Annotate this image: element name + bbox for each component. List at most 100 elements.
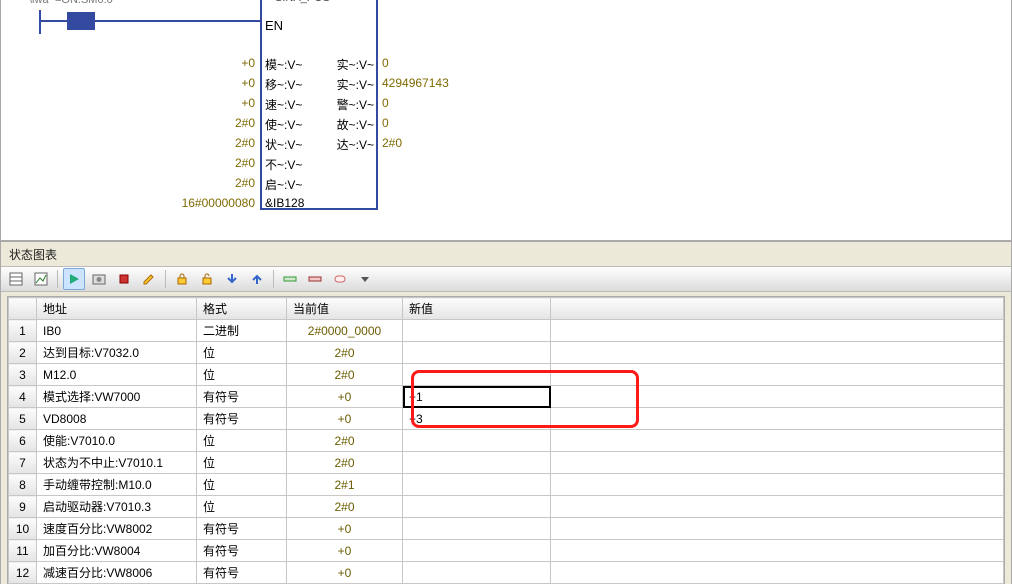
- cell-format[interactable]: 位: [197, 474, 287, 496]
- toolbar-btn-read-all[interactable]: [246, 268, 268, 290]
- fb-out-val: 0: [382, 56, 389, 70]
- contact-open[interactable]: [67, 12, 95, 30]
- cell-format[interactable]: 位: [197, 342, 287, 364]
- table-row[interactable]: 9启动驱动器:V7010.3位2#0: [9, 496, 1004, 518]
- cell-address[interactable]: 加百分比:VW8004: [37, 540, 197, 562]
- toolbar-btn-write-all[interactable]: [221, 268, 243, 290]
- table-row[interactable]: 2达到目标:V7032.0位2#0: [9, 342, 1004, 364]
- cell-format[interactable]: 位: [197, 496, 287, 518]
- cell-format[interactable]: 有符号: [197, 518, 287, 540]
- status-grid[interactable]: 地址 格式 当前值 新值 1IB0二进制2#0000_00002达到目标:V70…: [7, 296, 1005, 584]
- table-row[interactable]: 1IB0二进制2#0000_0000: [9, 320, 1004, 342]
- cell-new-value[interactable]: [403, 320, 551, 342]
- fb-in-lbl: 模~:V~: [265, 56, 302, 73]
- cell-new-value[interactable]: [403, 364, 551, 386]
- cell-new-value[interactable]: +1: [403, 386, 551, 408]
- table-row[interactable]: 5VD8008有符号+0+3: [9, 408, 1004, 430]
- toolbar-btn-force[interactable]: [113, 268, 135, 290]
- row-header[interactable]: 2: [9, 342, 37, 364]
- cell-blank: [551, 364, 1004, 386]
- row-header[interactable]: 6: [9, 430, 37, 452]
- toolbar-btn-tag[interactable]: [329, 268, 351, 290]
- row-header[interactable]: 5: [9, 408, 37, 430]
- cell-address[interactable]: 启动驱动器:V7010.3: [37, 496, 197, 518]
- fb-out-val: 2#0: [382, 136, 402, 150]
- row-header[interactable]: 7: [9, 452, 37, 474]
- toolbar-btn-dropdown[interactable]: [354, 268, 376, 290]
- cell-new-value[interactable]: [403, 540, 551, 562]
- cell-address[interactable]: 使能:V7010.0: [37, 430, 197, 452]
- fb-in-val: 2#0: [201, 176, 255, 190]
- cell-blank: [551, 342, 1004, 364]
- cell-address[interactable]: 达到目标:V7032.0: [37, 342, 197, 364]
- table-row[interactable]: 10速度百分比:VW8002有符号+0: [9, 518, 1004, 540]
- cell-blank: [551, 540, 1004, 562]
- cell-format[interactable]: 有符号: [197, 540, 287, 562]
- row-header[interactable]: 3: [9, 364, 37, 386]
- cell-current-value: +0: [287, 386, 403, 408]
- cell-address[interactable]: 模式选择:VW7000: [37, 386, 197, 408]
- table-row[interactable]: 7状态为不中止:V7010.1位2#0: [9, 452, 1004, 474]
- cell-address[interactable]: IB0: [37, 320, 197, 342]
- table-row[interactable]: 6使能:V7010.0位2#0: [9, 430, 1004, 452]
- toolbar-btn-table-view[interactable]: [5, 268, 27, 290]
- fb-out-val: 4294967143: [382, 76, 449, 90]
- fb-in-val: +0: [201, 96, 255, 110]
- cell-new-value[interactable]: [403, 430, 551, 452]
- row-header[interactable]: 10: [9, 518, 37, 540]
- cell-blank: [551, 320, 1004, 342]
- toolbar-btn-insert-row[interactable]: [279, 268, 301, 290]
- col-header-addr[interactable]: 地址: [37, 298, 197, 320]
- col-header-currentvalue[interactable]: 当前值: [287, 298, 403, 320]
- cell-address[interactable]: 手动缠带控制:M10.0: [37, 474, 197, 496]
- cell-address[interactable]: 速度百分比:VW8002: [37, 518, 197, 540]
- cell-new-value[interactable]: [403, 474, 551, 496]
- cell-format[interactable]: 有符号: [197, 386, 287, 408]
- toolbar-btn-delete-row[interactable]: [304, 268, 326, 290]
- col-header-newvalue[interactable]: 新值: [403, 298, 551, 320]
- row-header[interactable]: 11: [9, 540, 37, 562]
- fb-in-lbl: 启~:V~: [265, 176, 302, 193]
- toolbar-btn-snapshot[interactable]: [88, 268, 110, 290]
- toolbar-btn-edit[interactable]: [138, 268, 160, 290]
- cell-address[interactable]: 状态为不中止:V7010.1: [37, 452, 197, 474]
- cell-format[interactable]: 有符号: [197, 562, 287, 584]
- cell-format[interactable]: 位: [197, 430, 287, 452]
- ladder-scroll[interactable]: \lwa~=ON:SM0.0 SINA_POS EN +0 模~:V~ +0 移…: [1, 0, 1011, 240]
- row-header[interactable]: 8: [9, 474, 37, 496]
- cell-format[interactable]: 有符号: [197, 408, 287, 430]
- cell-new-value[interactable]: [403, 452, 551, 474]
- fb-in-val: +0: [201, 56, 255, 70]
- toolbar-btn-monitor[interactable]: [63, 268, 85, 290]
- cell-new-value[interactable]: +3: [403, 408, 551, 430]
- cell-address[interactable]: 减速百分比:VW8006: [37, 562, 197, 584]
- table-row[interactable]: 12减速百分比:VW8006有符号+0: [9, 562, 1004, 584]
- toolbar-btn-unlock[interactable]: [196, 268, 218, 290]
- row-header[interactable]: 12: [9, 562, 37, 584]
- cell-new-value[interactable]: [403, 342, 551, 364]
- col-header-format[interactable]: 格式: [197, 298, 287, 320]
- row-header[interactable]: 1: [9, 320, 37, 342]
- row-header[interactable]: 9: [9, 496, 37, 518]
- cell-new-value[interactable]: [403, 562, 551, 584]
- fb-out-lbl: 达~:V~: [328, 136, 374, 153]
- cell-format[interactable]: 位: [197, 452, 287, 474]
- cell-address[interactable]: M12.0: [37, 364, 197, 386]
- fb-in-lbl: 不~:V~: [265, 156, 302, 173]
- table-row[interactable]: 3M12.0位2#0: [9, 364, 1004, 386]
- cell-blank: [551, 496, 1004, 518]
- fb-out-lbl: 实~:V~: [328, 76, 374, 93]
- table-row[interactable]: 4模式选择:VW7000有符号+0+1: [9, 386, 1004, 408]
- wire: [95, 20, 260, 22]
- cell-address[interactable]: VD8008: [37, 408, 197, 430]
- grid-corner[interactable]: [9, 298, 37, 320]
- cell-format[interactable]: 位: [197, 364, 287, 386]
- cell-format[interactable]: 二进制: [197, 320, 287, 342]
- cell-new-value[interactable]: [403, 518, 551, 540]
- toolbar-btn-trend-view[interactable]: [30, 268, 52, 290]
- table-row[interactable]: 8手动缠带控制:M10.0位2#1: [9, 474, 1004, 496]
- cell-new-value[interactable]: [403, 496, 551, 518]
- table-row[interactable]: 11加百分比:VW8004有符号+0: [9, 540, 1004, 562]
- toolbar-btn-lock[interactable]: [171, 268, 193, 290]
- row-header[interactable]: 4: [9, 386, 37, 408]
